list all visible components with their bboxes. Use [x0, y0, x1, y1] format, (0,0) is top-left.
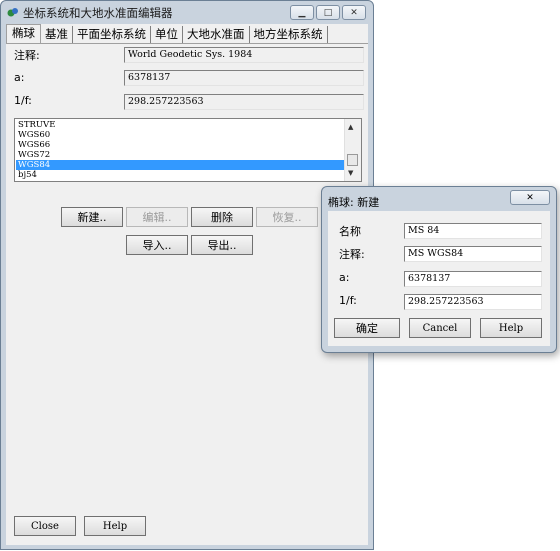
ellipsoid-list[interactable]: STRUVE WGS60 WGS66 WGS72 WGS84 bj54 ▲ ▼	[14, 118, 362, 182]
comment-field[interactable]: World Geodetic Sys. 1984	[124, 47, 364, 63]
dialog-f-label: 1/f:	[339, 294, 357, 307]
tab-geoid[interactable]: 大地水准面	[183, 26, 250, 43]
app-icon	[7, 8, 18, 17]
list-item[interactable]: STRUVE	[16, 120, 344, 130]
scroll-thumb[interactable]	[347, 154, 358, 166]
dialog-help-button[interactable]: Help	[480, 318, 542, 338]
name-label: 名称	[339, 225, 361, 238]
list-item-selected[interactable]: WGS84	[16, 160, 344, 170]
tab-local-coordinates[interactable]: 地方坐标系统	[250, 26, 328, 43]
edit-button[interactable]: 编辑..	[126, 207, 188, 227]
dialog-a-input[interactable]: 6378137	[404, 271, 542, 287]
tab-ellipsoid[interactable]: 椭球	[6, 24, 41, 43]
name-input[interactable]: MS 84	[404, 223, 542, 239]
list-item[interactable]: WGS66	[16, 140, 344, 150]
new-button[interactable]: 新建..	[61, 207, 123, 227]
tab-divider	[6, 43, 368, 44]
minimize-icon: ▁	[298, 7, 306, 18]
dialog-f-input[interactable]: 298.257223563	[404, 294, 542, 310]
dialog-comment-input[interactable]: MS WGS84	[404, 246, 542, 262]
tab-strip: 椭球 基准 平面坐标系统 单位 大地水准面 地方坐标系统	[6, 24, 328, 44]
maximize-icon: □	[323, 7, 333, 18]
main-window: 坐标系统和大地水准面编辑器 ▁ □ ✕ 椭球 基准 平面坐标系统 单位 大地水准…	[0, 0, 374, 550]
export-button[interactable]: 导出..	[191, 235, 253, 255]
f-field[interactable]: 298.257223563	[124, 94, 364, 110]
new-ellipsoid-dialog: 椭球: 新建 ✕ 名称 MS 84 注释: MS WGS84 a: 637813…	[321, 186, 557, 353]
tab-plane-coordinates[interactable]: 平面坐标系统	[73, 26, 151, 43]
close-icon: ✕	[526, 192, 534, 203]
scroll-down-icon[interactable]: ▼	[348, 169, 353, 177]
cancel-button[interactable]: Cancel	[409, 318, 471, 338]
ok-button[interactable]: 确定	[334, 318, 400, 338]
close-icon: ✕	[350, 7, 358, 18]
dialog-comment-label: 注释:	[339, 248, 365, 261]
list-item[interactable]: WGS60	[16, 130, 344, 140]
minimize-button[interactable]: ▁	[290, 5, 314, 20]
close-window-button[interactable]: ✕	[342, 5, 366, 20]
dialog-close-button[interactable]: ✕	[510, 190, 550, 205]
help-button[interactable]: Help	[84, 516, 146, 536]
close-button[interactable]: Close	[14, 516, 76, 536]
tab-datum[interactable]: 基准	[41, 26, 73, 43]
list-item[interactable]: WGS72	[16, 150, 344, 160]
comment-label: 注释:	[14, 49, 40, 62]
a-field[interactable]: 6378137	[124, 70, 364, 86]
list-item[interactable]: bj54	[16, 170, 344, 180]
maximize-button[interactable]: □	[316, 5, 340, 20]
dialog-a-label: a:	[339, 271, 350, 284]
title-bar: 坐标系统和大地水准面编辑器 ▁ □ ✕	[1, 1, 373, 23]
window-title: 坐标系统和大地水准面编辑器	[23, 6, 173, 20]
dialog-title: 椭球: 新建	[328, 196, 380, 209]
tab-units[interactable]: 单位	[151, 26, 183, 43]
f-label: 1/f:	[14, 94, 32, 107]
delete-button[interactable]: 删除	[191, 207, 253, 227]
client-area: 椭球 基准 平面坐标系统 单位 大地水准面 地方坐标系统 注释: World G…	[6, 24, 368, 545]
dialog-client-area: 名称 MS 84 注释: MS WGS84 a: 6378137 1/f: 29…	[328, 211, 550, 346]
restore-button[interactable]: 恢复..	[256, 207, 318, 227]
scroll-up-icon[interactable]: ▲	[348, 123, 353, 131]
list-scrollbar[interactable]: ▲ ▼	[344, 119, 361, 181]
import-button[interactable]: 导入..	[126, 235, 188, 255]
a-label: a:	[14, 71, 25, 84]
